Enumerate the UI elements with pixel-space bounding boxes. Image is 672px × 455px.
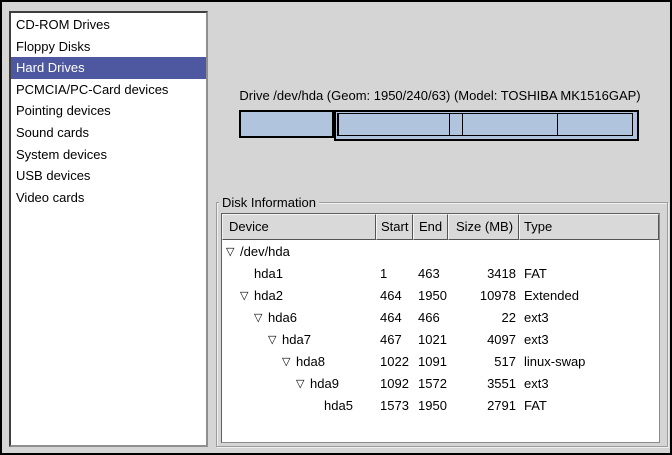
expander-icon[interactable]: ▽ bbox=[296, 373, 310, 395]
table-row-hda5[interactable]: hda5 157319502791FAT bbox=[222, 395, 659, 417]
partition-bar bbox=[239, 110, 639, 141]
device-name: hda6 bbox=[268, 307, 297, 329]
cell-end: 1950 bbox=[413, 285, 448, 307]
cell-start: 467 bbox=[376, 329, 413, 351]
expander-icon[interactable]: ▽ bbox=[282, 351, 296, 373]
tree-indent bbox=[222, 362, 282, 363]
cell-end: 1950 bbox=[413, 395, 448, 417]
disk-table-body: ▽/dev/hdahda114633418FAT▽hda246419501097… bbox=[222, 240, 659, 417]
expander-icon[interactable]: ▽ bbox=[240, 285, 254, 307]
category-list: CD-ROM DrivesFloppy DisksHard DrivesPCMC… bbox=[9, 11, 208, 447]
expander-icon[interactable]: ▽ bbox=[268, 329, 282, 351]
tree-indent bbox=[222, 296, 240, 297]
device-name: hda9 bbox=[310, 373, 339, 395]
table-row-dev-hda[interactable]: ▽/dev/hda bbox=[222, 241, 659, 263]
sidebar-item-video-cards[interactable]: Video cards bbox=[11, 187, 206, 209]
hardware-browser-window: CD-ROM DrivesFloppy DisksHard DrivesPCMC… bbox=[0, 0, 672, 455]
cell-end: 1572 bbox=[413, 373, 448, 395]
cell-type: Extended bbox=[519, 285, 659, 307]
disk-table: DeviceStartEndSize (MB)Type ▽/dev/hdahda… bbox=[221, 213, 660, 443]
cell-type: ext3 bbox=[519, 373, 659, 395]
sidebar-item-pointing-devices[interactable]: Pointing devices bbox=[11, 100, 206, 122]
cell-size bbox=[448, 241, 519, 263]
device-name: hda7 bbox=[282, 329, 311, 351]
disk-information-frame-label: Disk Information bbox=[219, 195, 319, 210]
expander-icon[interactable]: ▽ bbox=[226, 241, 240, 263]
cell-start bbox=[376, 241, 413, 263]
device-name: hda5 bbox=[324, 395, 353, 417]
cell-device: ▽hda9 bbox=[222, 373, 376, 395]
tree-indent bbox=[222, 274, 240, 275]
cell-type bbox=[519, 241, 659, 263]
table-row-hda6[interactable]: ▽hda646446622ext3 bbox=[222, 307, 659, 329]
device-name: hda2 bbox=[254, 285, 283, 307]
table-row-hda8[interactable]: ▽hda810221091517linux-swap bbox=[222, 351, 659, 373]
disk-table-header: DeviceStartEndSize (MB)Type bbox=[222, 214, 659, 240]
sidebar-item-sound-cards[interactable]: Sound cards bbox=[11, 122, 206, 144]
cell-start: 464 bbox=[376, 307, 413, 329]
tree-indent bbox=[222, 384, 296, 385]
cell-size: 3551 bbox=[448, 373, 519, 395]
column-header-end[interactable]: End bbox=[413, 214, 448, 240]
sidebar-item-pcmcia-pc-card-devices[interactable]: PCMCIA/PC-Card devices bbox=[11, 79, 206, 101]
sidebar-item-cd-rom-drives[interactable]: CD-ROM Drives bbox=[11, 14, 206, 36]
expander-icon[interactable]: ▽ bbox=[254, 307, 268, 329]
cell-device: ▽hda6 bbox=[222, 307, 376, 329]
table-row-hda1[interactable]: hda1 14633418FAT bbox=[222, 263, 659, 285]
cell-type: FAT bbox=[519, 395, 659, 417]
table-row-hda7[interactable]: ▽hda746710214097ext3 bbox=[222, 329, 659, 351]
tree-indent bbox=[222, 318, 254, 319]
device-name: hda1 bbox=[254, 263, 283, 285]
cell-start: 1022 bbox=[376, 351, 413, 373]
cell-device: hda5 bbox=[222, 395, 376, 417]
column-header-size-mb[interactable]: Size (MB) bbox=[448, 214, 519, 240]
drive-title: Drive /dev/hda (Geom: 1950/240/63) (Mode… bbox=[218, 88, 662, 103]
cell-size: 517 bbox=[448, 351, 519, 373]
cell-size: 3418 bbox=[448, 263, 519, 285]
cell-end: 466 bbox=[413, 307, 448, 329]
column-header-type[interactable]: Type bbox=[519, 214, 659, 240]
cell-end: 463 bbox=[413, 263, 448, 285]
cell-type: ext3 bbox=[519, 307, 659, 329]
disk-information-frame: Disk Information DeviceStartEndSize (MB)… bbox=[216, 202, 668, 447]
partition-segment-hda9 bbox=[462, 113, 559, 136]
cell-type: FAT bbox=[519, 263, 659, 285]
column-header-start[interactable]: Start bbox=[376, 214, 413, 240]
column-header-device[interactable]: Device bbox=[222, 214, 376, 240]
cell-size: 4097 bbox=[448, 329, 519, 351]
cell-type: linux-swap bbox=[519, 351, 659, 373]
cell-size: 10978 bbox=[448, 285, 519, 307]
cell-size: 2791 bbox=[448, 395, 519, 417]
cell-end: 1091 bbox=[413, 351, 448, 373]
cell-start: 1 bbox=[376, 263, 413, 285]
cell-type: ext3 bbox=[519, 329, 659, 351]
sidebar-item-hard-drives[interactable]: Hard Drives bbox=[11, 57, 206, 79]
sidebar-item-usb-devices[interactable]: USB devices bbox=[11, 165, 206, 187]
partition-segment-hda5 bbox=[557, 113, 633, 136]
cell-device: ▽hda7 bbox=[222, 329, 376, 351]
tree-indent bbox=[222, 340, 268, 341]
table-row-hda2[interactable]: ▽hda2464195010978Extended bbox=[222, 285, 659, 307]
device-name: hda8 bbox=[296, 351, 325, 373]
partition-segment-hda8 bbox=[449, 113, 463, 136]
table-row-hda9[interactable]: ▽hda9109215723551ext3 bbox=[222, 373, 659, 395]
sidebar-item-floppy-disks[interactable]: Floppy Disks bbox=[11, 36, 206, 58]
cell-device: ▽hda2 bbox=[222, 285, 376, 307]
cell-device: hda1 bbox=[222, 263, 376, 285]
cell-start: 1092 bbox=[376, 373, 413, 395]
device-name: /dev/hda bbox=[240, 241, 290, 263]
partition-segment-hda7 bbox=[338, 113, 450, 136]
tree-indent bbox=[222, 406, 310, 407]
cell-device: ▽/dev/hda bbox=[222, 241, 376, 263]
cell-size: 22 bbox=[448, 307, 519, 329]
cell-device: ▽hda8 bbox=[222, 351, 376, 373]
cell-end bbox=[413, 241, 448, 263]
cell-end: 1021 bbox=[413, 329, 448, 351]
partition-segment-hda2 bbox=[334, 110, 639, 141]
sidebar-item-system-devices[interactable]: System devices bbox=[11, 144, 206, 166]
cell-start: 464 bbox=[376, 285, 413, 307]
cell-start: 1573 bbox=[376, 395, 413, 417]
partition-segment-hda1 bbox=[239, 110, 334, 138]
